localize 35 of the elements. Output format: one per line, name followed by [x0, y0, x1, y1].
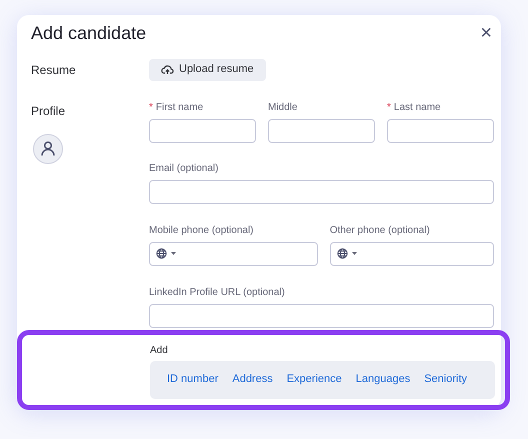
- phone-field[interactable]: [149, 242, 318, 266]
- avatar[interactable]: [33, 134, 63, 164]
- field-label: * Last name: [387, 102, 442, 114]
- add-field-link[interactable]: ID number: [160, 371, 226, 388]
- add-field-link[interactable]: Experience: [280, 371, 349, 388]
- section-label: Add: [150, 344, 169, 358]
- email-field[interactable]: [149, 180, 494, 204]
- dialog-title: Add candidate: [31, 23, 146, 45]
- url-field[interactable]: [149, 304, 494, 328]
- country-dropdown[interactable]: [156, 248, 176, 260]
- globe-icon: [336, 248, 348, 260]
- globe-icon: [156, 248, 167, 260]
- text-field[interactable]: [268, 118, 375, 143]
- caret-icon: [171, 252, 176, 256]
- add-field-link[interactable]: Languages: [348, 371, 418, 388]
- field-label: * First name: [149, 102, 204, 114]
- close-button[interactable]: ×: [478, 23, 494, 43]
- required-mark: *: [387, 102, 391, 113]
- phone-field[interactable]: [330, 242, 494, 266]
- field-label: Other phone (optional): [330, 224, 431, 237]
- upload-button[interactable]: Upload resume: [149, 58, 266, 81]
- field-label: Email (optional): [149, 162, 220, 175]
- caret-icon: [352, 252, 357, 256]
- add-field-link[interactable]: Address: [225, 371, 280, 388]
- required-mark: *: [149, 102, 153, 113]
- text-field[interactable]: [387, 118, 494, 143]
- field-label: Middle: [268, 102, 298, 114]
- text-field[interactable]: [149, 118, 256, 143]
- field-label: Mobile phone (optional): [149, 224, 255, 237]
- country-dropdown[interactable]: [336, 248, 357, 260]
- field-label: Profile: [31, 102, 66, 120]
- field-label: LinkedIn Profile URL (optional): [149, 286, 286, 299]
- cloud-upload-icon: [161, 64, 174, 76]
- add-field-link[interactable]: Seniority: [417, 371, 474, 388]
- field-label: Resume: [31, 62, 77, 79]
